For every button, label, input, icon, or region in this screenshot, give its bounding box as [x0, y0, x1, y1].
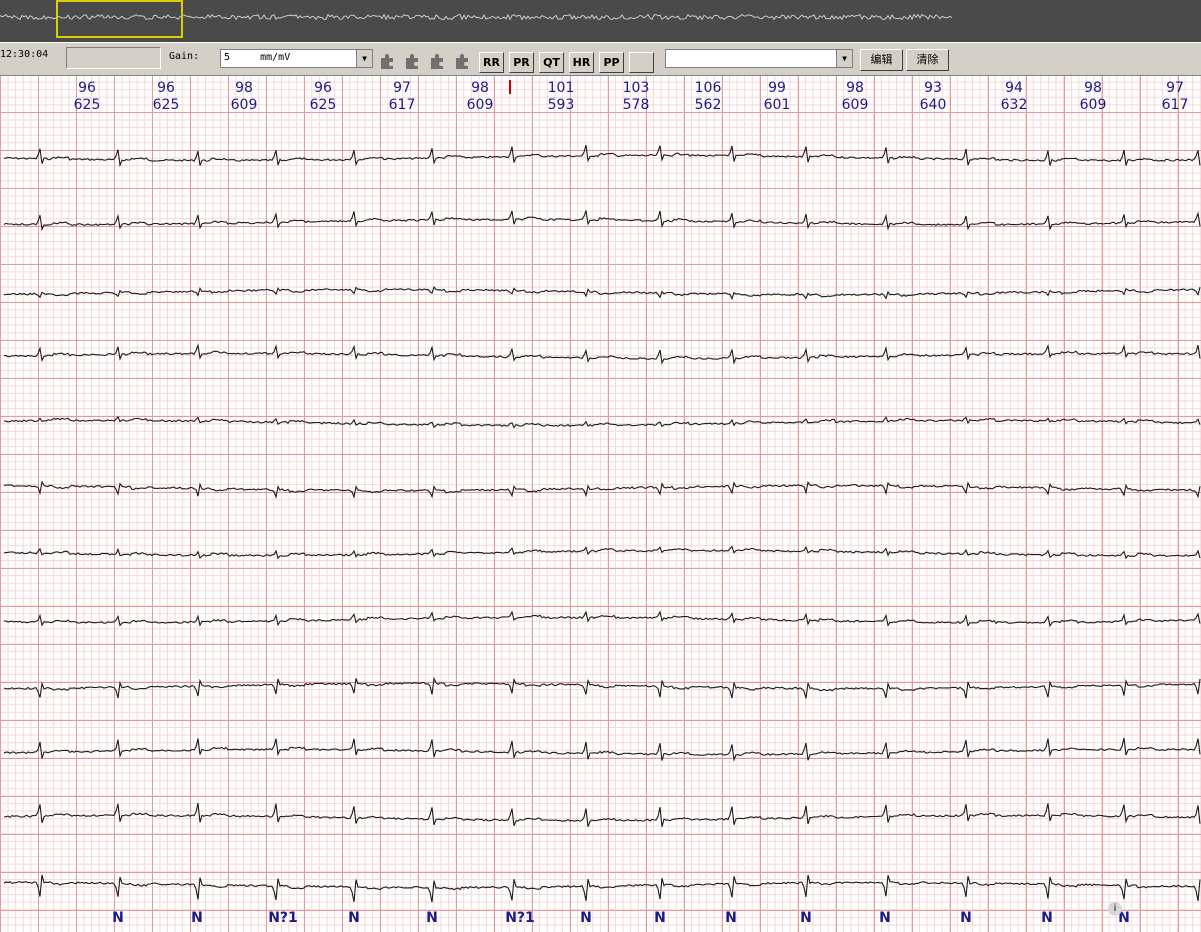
beat-rr-interval: 609 [230, 97, 258, 113]
beat-rr-interval: 562 [694, 97, 722, 113]
beat-annotation[interactable]: N [711, 910, 751, 926]
blank-panel [66, 47, 161, 69]
chevron-down-icon[interactable]: ▼ [356, 50, 372, 67]
gain-label: Gain: [169, 51, 200, 62]
annotation-select[interactable]: ▼ [665, 49, 853, 68]
beat-rr-interval: 625 [152, 97, 180, 113]
pr-button[interactable]: PR [509, 52, 534, 73]
clear-button[interactable]: 清除 [906, 49, 949, 71]
ecg-lead-trace [3, 610, 1201, 628]
ecg-lead-trace [3, 545, 1201, 560]
beat-heart-rate: 96 [157, 80, 175, 96]
gain-value: 5 mm/mV [224, 52, 291, 63]
beat-rr-interval: 632 [1000, 97, 1028, 113]
beat-annotation[interactable]: N [1027, 910, 1067, 926]
beat-heart-rate: 98 [235, 80, 253, 96]
beat-rr-interval: 609 [841, 97, 869, 113]
beat-annotation[interactable]: N [98, 910, 138, 926]
gain-select[interactable]: 5 mm/mV ▼ [220, 49, 373, 68]
ecg-lead-trace [3, 874, 1201, 903]
ecg-lead-trace [3, 737, 1201, 762]
beat-annotation[interactable]: N [786, 910, 826, 926]
beat-rr-interval: 640 [919, 97, 947, 113]
beat-annotation[interactable]: N?1 [500, 910, 540, 926]
beat-rr-interval: 625 [309, 97, 337, 113]
beat-annotation[interactable]: N [946, 910, 986, 926]
beat-heart-rate: 98 [1084, 80, 1102, 96]
chevron-down-icon[interactable]: ▼ [836, 50, 852, 67]
beat-heart-rate: 93 [924, 80, 942, 96]
beat-rr-interval: 625 [73, 97, 101, 113]
beat-rr-interval: 601 [763, 97, 791, 113]
puzzle-icon[interactable] [379, 53, 397, 69]
hr-button[interactable]: HR [569, 52, 594, 73]
beat-heart-rate: 97 [1166, 80, 1184, 96]
ecg-lead-trace [3, 676, 1201, 699]
beat-heart-rate: 98 [471, 80, 489, 96]
beat-heart-rate: 94 [1005, 80, 1023, 96]
puzzle-icon[interactable] [429, 53, 447, 69]
ecg-lead-trace [3, 210, 1201, 232]
beat-rr-interval: 578 [622, 97, 650, 113]
ecg-lead-trace [3, 802, 1201, 827]
beat-annotation[interactable]: N [412, 910, 452, 926]
beat-heart-rate: 96 [78, 80, 96, 96]
pp-button[interactable]: PP [599, 52, 624, 73]
ecg-lead-trace [3, 145, 1201, 168]
beat-heart-rate: 106 [694, 80, 722, 96]
beat-rr-interval: 617 [1161, 97, 1189, 113]
beat-annotation[interactable]: N [566, 910, 606, 926]
beat-heart-rate: 99 [768, 80, 786, 96]
beat-annotation[interactable]: N [865, 910, 905, 926]
ecg-lead-trace [3, 343, 1201, 365]
ecg-traces [3, 145, 1201, 903]
beat-rr-interval: 609 [1079, 97, 1107, 113]
beat-annotation[interactable]: N?1 [263, 910, 303, 926]
qt-button[interactable]: QT [539, 52, 564, 73]
cursor-marker[interactable] [509, 80, 511, 94]
edit-button[interactable]: 编辑 [860, 49, 903, 71]
ecg-lead-trace [3, 480, 1201, 500]
blank-button[interactable] [629, 52, 654, 73]
puzzle-icon[interactable] [454, 53, 472, 69]
beat-annotation[interactable]: N [640, 910, 680, 926]
beat-rr-interval: 609 [466, 97, 494, 113]
ecg-lead-trace [3, 415, 1201, 429]
beat-heart-rate: 97 [393, 80, 411, 96]
beat-heart-rate: 96 [314, 80, 332, 96]
puzzle-icon[interactable] [404, 53, 422, 69]
ecg-grid[interactable]: 96 625 96 625 98 609 96 625 97 617 98 609 101 593 103 5… [0, 76, 1201, 932]
overview-strip[interactable] [0, 0, 1201, 42]
beat-heart-rate: 103 [622, 80, 650, 96]
beat-rr-interval: 593 [547, 97, 575, 113]
beat-rr-interval: 617 [388, 97, 416, 113]
beat-annotation[interactable]: N [334, 910, 374, 926]
beat-heart-rate: 101 [547, 80, 575, 96]
beat-annotation[interactable]: N [177, 910, 217, 926]
time-display: 12:30:04 [0, 49, 49, 60]
toolbar: 12:30:04 Gain: 5 mm/mV ▼ RR PR QT HR PP … [0, 42, 1201, 76]
rr-button[interactable]: RR [479, 52, 504, 73]
ecg-lead-trace [3, 285, 1201, 301]
info-icon[interactable]: i [1108, 902, 1122, 916]
overview-selection-window[interactable] [56, 0, 183, 38]
beat-heart-rate: 98 [846, 80, 864, 96]
